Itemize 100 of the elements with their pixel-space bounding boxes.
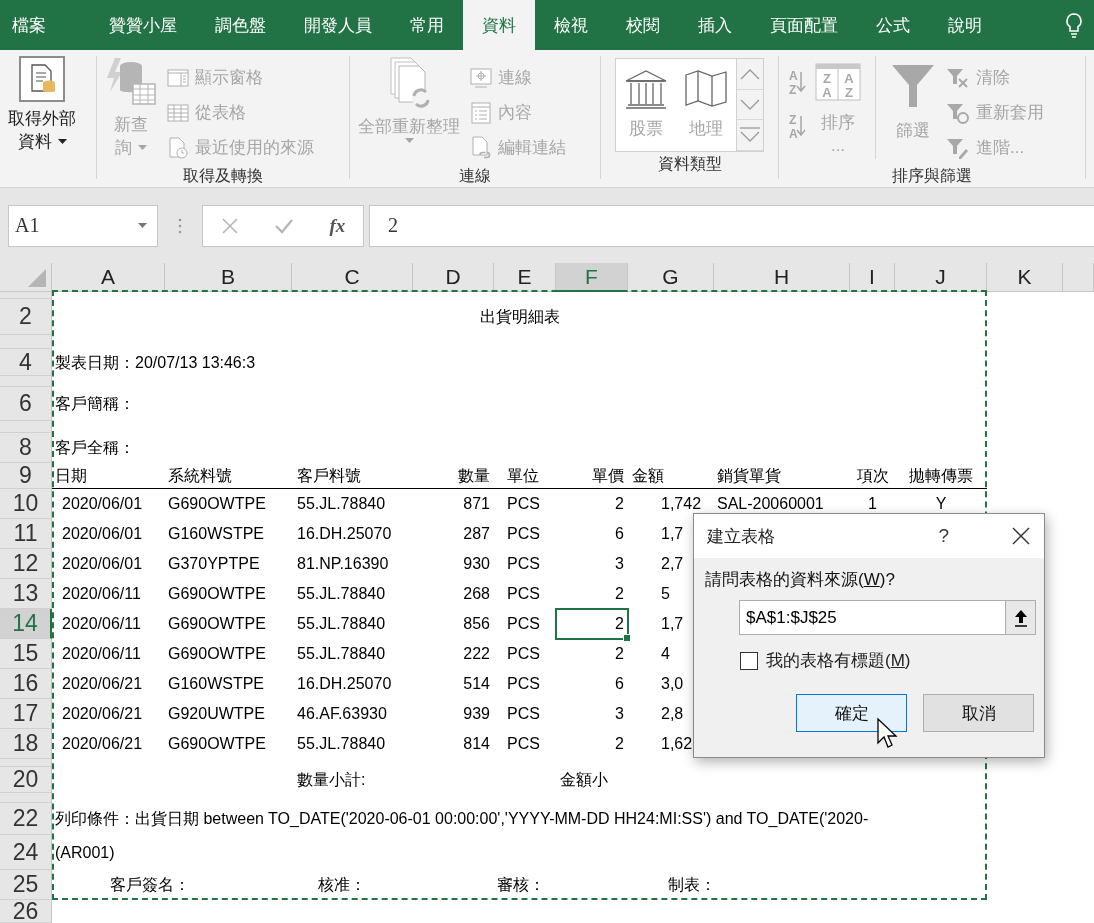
row-header[interactable]: 17 <box>0 699 52 729</box>
ribbon-tab[interactable]: 開發人員 <box>285 0 391 50</box>
ribbon-button[interactable]: 取得外部 資料 <box>4 56 80 153</box>
table-cell-text: G690OWTPE <box>168 494 266 514</box>
row-header[interactable]: 18 <box>0 729 52 759</box>
clock-document-icon <box>167 136 189 159</box>
row-header[interactable]: 13 <box>0 579 52 609</box>
table-cell-text: 2 <box>615 734 624 754</box>
name-box[interactable]: A1 <box>8 204 158 247</box>
row-header[interactable]: 10 <box>0 489 52 519</box>
column-header[interactable]: J <box>895 263 987 292</box>
table-cell-text: 客戶簡稱： <box>55 394 135 414</box>
checkbox-label[interactable]: 我的表格有標題(M) <box>766 649 911 672</box>
column-header[interactable]: D <box>413 263 494 292</box>
row-header[interactable]: 12 <box>0 549 52 579</box>
table-cell-text: 制表： <box>668 875 716 895</box>
column-header[interactable]: G <box>628 263 714 292</box>
sort-icon: Z A A Z <box>815 63 861 101</box>
window-pane-icon <box>167 67 189 88</box>
column-header[interactable]: B <box>165 263 292 292</box>
table-cell-text: G690OWTPE <box>168 584 266 604</box>
row-header[interactable] <box>0 335 52 349</box>
row-header[interactable] <box>0 759 52 767</box>
table-cell-text: 4 <box>661 644 670 664</box>
table-cell-text: 出貨明細表 <box>479 307 560 327</box>
table-cell-text: 2020/06/21 <box>62 734 143 754</box>
ribbon-tab[interactable]: 贊贊小屋 <box>90 0 196 50</box>
column-header[interactable]: C <box>292 263 413 292</box>
checkmark-icon <box>274 217 295 234</box>
table-cell-text: 81.NP.16390 <box>297 554 389 574</box>
column-header[interactable]: A <box>52 263 165 292</box>
row-header[interactable]: 14 <box>0 609 52 639</box>
table-cell-text: 930 <box>463 554 490 574</box>
table-cell-text: 514 <box>463 674 490 694</box>
ribbon-tab[interactable]: 常用 <box>391 0 463 50</box>
cancel-button[interactable]: 取消 <box>923 694 1034 732</box>
table-cell-text: SAL-20060001 <box>717 494 824 514</box>
close-icon <box>1012 527 1030 545</box>
row-header[interactable]: 24 <box>0 835 52 870</box>
row-header[interactable] <box>0 421 52 433</box>
row-header[interactable]: 22 <box>0 803 52 835</box>
lightbulb-icon[interactable] <box>1064 12 1084 38</box>
help-button[interactable]: ? <box>934 525 953 547</box>
ribbon-tab[interactable]: 校閱 <box>607 0 679 50</box>
select-all-button[interactable] <box>0 263 52 292</box>
table-cell-text: 46.AF.63930 <box>297 704 387 724</box>
table-cell-text: 拋轉傳票 <box>909 466 973 486</box>
ribbon-tab[interactable]: 說明 <box>929 0 1001 50</box>
formula-field[interactable]: 2 <box>369 204 1094 247</box>
table-cell-text: 2020/06/11 <box>62 644 141 664</box>
ribbon-tab[interactable]: 調色盤 <box>196 0 285 50</box>
funnel-icon <box>890 63 936 109</box>
row-header[interactable]: 16 <box>0 669 52 699</box>
row-header[interactable]: 26 <box>0 900 52 923</box>
ribbon-tab[interactable]: 資料 <box>463 0 535 50</box>
table-cell-text: 3 <box>615 704 624 724</box>
ribbon-tab[interactable]: 公式 <box>857 0 929 50</box>
table-cell-text: 日期 <box>55 466 87 486</box>
group-label: 資料類型 <box>656 154 723 174</box>
row-header[interactable]: 8 <box>0 433 52 463</box>
ribbon-tab[interactable]: 檔案 <box>0 0 90 50</box>
reapply-filter-icon <box>946 101 970 124</box>
row-header[interactable]: 6 <box>0 387 52 421</box>
row-header[interactable]: 25 <box>0 870 52 900</box>
checkbox[interactable] <box>740 651 758 670</box>
column-header[interactable] <box>1063 263 1094 292</box>
row-header[interactable] <box>0 292 52 299</box>
column-header[interactable]: F <box>556 263 628 292</box>
table-cell-text: 856 <box>463 614 490 634</box>
ribbon-tab[interactable]: 檢視 <box>535 0 607 50</box>
table-cell-text: 287 <box>463 524 490 544</box>
range-field[interactable]: $A$1:$J$25 <box>739 600 1005 635</box>
row-header[interactable] <box>0 793 52 803</box>
table-cell-text: 製表日期：20/07/13 13:46:3 <box>55 352 256 373</box>
table-cell-text: PCS <box>507 734 540 754</box>
table-cell-text: G690OWTPE <box>168 734 266 754</box>
table-cell-text: G920UWTPE <box>168 704 265 724</box>
row-header[interactable]: 9 <box>0 463 52 489</box>
table-cell-text: 2 <box>615 614 624 634</box>
table-cell-text: PCS <box>507 704 540 724</box>
document-database-icon <box>19 56 65 102</box>
row-header[interactable]: 15 <box>0 639 52 669</box>
fill-handle[interactable] <box>623 634 631 642</box>
column-header[interactable]: K <box>987 263 1063 292</box>
table-cell-text: 16.DH.25070 <box>297 674 392 694</box>
row-header[interactable]: 20 <box>0 767 52 793</box>
ok-button[interactable]: 確定 <box>796 694 907 732</box>
column-header[interactable]: H <box>714 263 850 292</box>
ribbon-tab[interactable]: 插入 <box>679 0 751 50</box>
row-header[interactable] <box>0 376 52 387</box>
up-arrow-icon <box>1012 608 1029 627</box>
row-header[interactable]: 4 <box>0 349 52 376</box>
column-header[interactable]: I <box>850 263 895 292</box>
clear-filter-icon <box>946 66 970 89</box>
column-header[interactable]: E <box>494 263 556 292</box>
ribbon-tab[interactable]: 頁面配置 <box>751 0 857 50</box>
collapse-button[interactable] <box>1005 600 1036 635</box>
insert-function-button[interactable]: fx <box>323 212 352 239</box>
row-header[interactable]: 11 <box>0 519 52 549</box>
row-header[interactable]: 2 <box>0 299 52 335</box>
